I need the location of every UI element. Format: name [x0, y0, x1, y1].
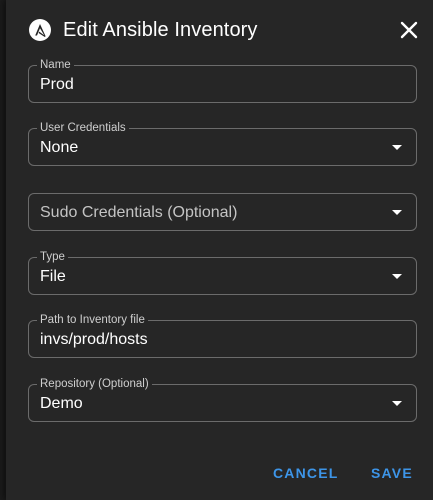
repository-select[interactable]: Repository (Optional) Demo: [28, 377, 417, 422]
sudo-credentials-select[interactable]: Sudo Credentials (Optional): [28, 193, 417, 231]
dropdown-arrow-icon[interactable]: [392, 274, 402, 279]
dropdown-arrow-icon[interactable]: [392, 210, 402, 215]
user-credentials-select[interactable]: User Credentials None: [28, 121, 417, 166]
dialog-actions: CANCEL SAVE: [6, 455, 433, 491]
name-field-label: Name: [37, 58, 74, 72]
edit-inventory-dialog: Edit Ansible Inventory Name Prod User Cr…: [6, 0, 433, 500]
sudo-credentials-placeholder: Sudo Credentials (Optional): [40, 204, 238, 221]
type-select[interactable]: Type File: [28, 250, 417, 295]
dropdown-arrow-icon[interactable]: [392, 401, 402, 406]
user-credentials-value: None: [40, 139, 79, 156]
repository-value: Demo: [40, 395, 83, 412]
inventory-path-label: Path to Inventory file: [37, 313, 148, 327]
type-label: Type: [37, 250, 68, 264]
inventory-path-field[interactable]: Path to Inventory file invs/prod/hosts: [28, 313, 417, 358]
inventory-path-value[interactable]: invs/prod/hosts: [40, 330, 148, 350]
user-credentials-label: User Credentials: [37, 121, 129, 135]
type-value: File: [40, 268, 66, 285]
ansible-logo-icon: [29, 19, 51, 41]
dropdown-arrow-icon[interactable]: [392, 145, 402, 150]
name-field-value[interactable]: Prod: [40, 75, 74, 95]
cancel-button[interactable]: CANCEL: [273, 463, 339, 483]
dialog-header: Edit Ansible Inventory: [6, 0, 433, 60]
close-icon[interactable]: [397, 18, 421, 42]
name-field[interactable]: Name Prod: [28, 58, 417, 103]
dialog-title: Edit Ansible Inventory: [63, 19, 258, 41]
repository-label: Repository (Optional): [37, 377, 152, 391]
save-button[interactable]: SAVE: [371, 463, 413, 483]
